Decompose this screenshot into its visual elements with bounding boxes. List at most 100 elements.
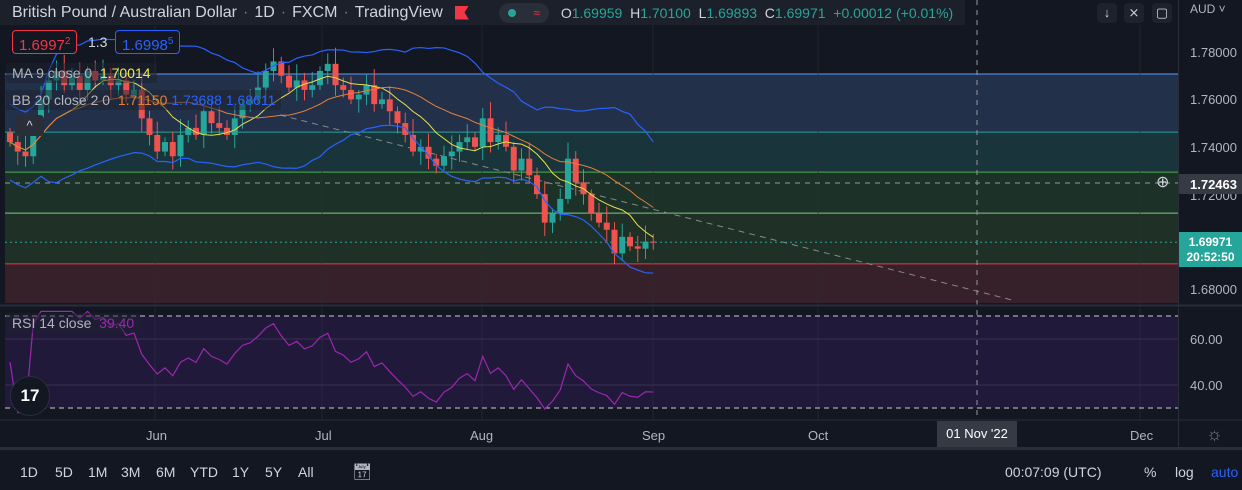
candle-body [441,156,447,166]
candle-body [7,132,13,143]
candle-body [169,142,176,157]
candle-body [154,134,161,152]
candle-body [200,111,207,135]
candle-body [503,134,509,147]
candle-body [448,151,455,157]
collapse-legend-button[interactable]: ^ [15,115,44,136]
symbol-header: British Pound / Australian Dollar · 1D · F… [0,0,965,25]
candle-body [472,137,478,147]
calendar-icon[interactable]: 📅︎ [352,462,372,482]
candle-body [557,198,564,214]
auto-toggle[interactable]: auto [1211,464,1238,480]
rsi-legend[interactable]: RSI 14 close 39.40 [6,313,141,333]
candle-body [177,134,184,157]
candle-body [588,194,595,214]
price-tick: 1.78000 [1190,45,1237,60]
source: TradingView [354,3,443,21]
range-ytd[interactable]: YTD [190,464,218,480]
range-all[interactable]: All [298,464,314,480]
fib-zone [5,263,1178,303]
candle-body [371,85,378,105]
clock[interactable]: 00:07:09 (UTC) [1005,464,1101,480]
candle-body [541,194,548,223]
log-toggle[interactable]: log [1175,464,1194,480]
chart-window: British Pound / Australian Dollar · 1D · F… [0,0,1242,490]
range-1y[interactable]: 1Y [232,464,249,480]
ohlc-readout: O1.69959 H1.70100 L1.69893 C1.69971 +0.0… [560,4,954,21]
collapse-icon[interactable]: ⨯ [1124,3,1144,23]
interval[interactable]: 1D [254,4,274,22]
chart-canvas[interactable] [0,0,1242,450]
candle-body [495,134,502,143]
settings-sun-icon[interactable]: ☼ [1206,424,1223,445]
exchange: FXCM [292,3,338,21]
ma-legend[interactable]: MA 9 close 0 1.70014 [6,63,157,83]
symbol-title[interactable]: British Pound / Australian Dollar [12,4,237,22]
percent-toggle[interactable]: % [1144,464,1156,480]
time-tick: Aug [470,428,494,443]
range-1m[interactable]: 1M [88,464,107,480]
range-3m[interactable]: 3M [121,464,140,480]
time-tick: Sep [642,428,666,443]
price-tick: 1.76000 [1190,92,1237,107]
candle-body [510,146,517,171]
crosshair-date-label: 01 Nov '22 [937,421,1017,447]
range-1d[interactable]: 1D [20,464,38,480]
candle-body [487,118,494,143]
candle-body [596,213,602,223]
time-tick: Jul [315,428,332,443]
candle-body [394,111,401,124]
buy-button[interactable]: 1.69985 [115,30,181,54]
candle-body [216,123,223,128]
wave-icon: ≈ [533,5,540,20]
candle-body [309,85,316,90]
price-tick: 1.68000 [1190,282,1237,297]
candle-body [332,63,339,86]
spread: 1.3 [88,34,108,50]
price-tick: 1.74000 [1190,140,1237,155]
candle-body [627,236,633,247]
candle-body [231,118,238,135]
candle-body [355,94,362,100]
range-5y[interactable]: 5Y [265,464,282,480]
time-tick: Jun [146,428,167,443]
bb-legend[interactable]: BB 20 close 2 0 1.71150 1.73688 1.68611 [6,90,282,110]
range-6m[interactable]: 6M [156,464,175,480]
candle-body [642,241,649,249]
candle-body [619,236,626,254]
rsi-tick: 60.00 [1190,332,1223,347]
market-open-icon [507,8,516,17]
candle-body [340,85,347,90]
crosshair-price-label: 1.72463 [1179,174,1242,194]
currency-select[interactable]: AUD ˅ [1190,2,1226,16]
candle-body [479,118,486,147]
last-price-label: 1.69971 20:52:50 [1179,232,1242,267]
candle-body [572,158,579,183]
candle-body [379,99,385,105]
add-alert-icon[interactable]: ⊕ [1156,175,1169,191]
candle-body [146,118,153,135]
candle-body [565,158,571,199]
candle-body [22,151,29,157]
candle-body [324,63,331,71]
time-tick: Dec [1130,428,1154,443]
sell-button[interactable]: 1.69972 [12,30,78,54]
tradingview-logo[interactable]: 17 [10,376,50,416]
flag-icon[interactable] [454,5,469,20]
candle-body [208,111,215,124]
candle-body [402,123,409,135]
candle-body [386,99,393,112]
arrow-down-icon[interactable]: ↓ [1097,3,1117,23]
time-tick: Oct [808,428,829,443]
rsi-tick: 40.00 [1190,378,1223,393]
toolbar-separator [0,447,1242,450]
candle-body [262,70,269,88]
fib-zone [5,213,1178,264]
candle-body [526,158,533,176]
candle-body [464,137,471,143]
candle-body [603,222,610,230]
candle-body [518,158,525,171]
market-status[interactable]: ≈ [498,2,549,23]
range-5d[interactable]: 5D [55,464,73,480]
fullscreen-icon[interactable]: ▢ [1152,3,1172,23]
